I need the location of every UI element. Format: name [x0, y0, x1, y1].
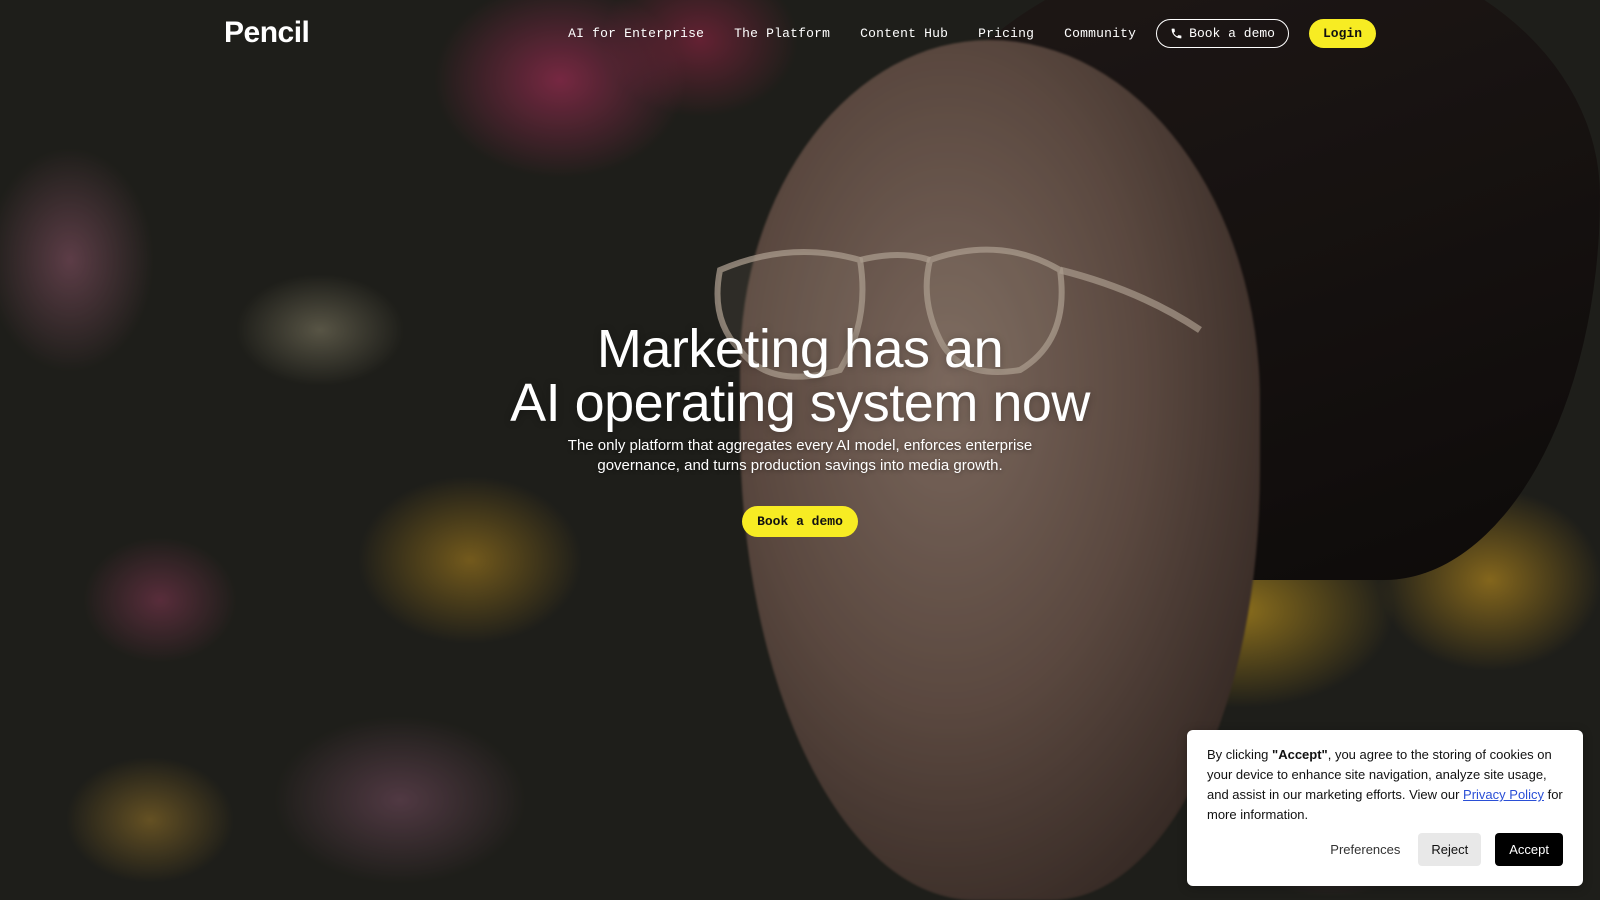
cookie-reject-button[interactable]: Reject	[1418, 833, 1482, 866]
cookie-text: By clicking "Accept", you agree to the s…	[1207, 745, 1563, 825]
hero-subtitle: The only platform that aggregates every …	[567, 437, 1033, 474]
cookie-preferences-button[interactable]: Preferences	[1326, 834, 1404, 865]
cookie-actions: Preferences Reject Accept	[1326, 833, 1563, 866]
nav-pricing[interactable]: Pricing	[978, 26, 1034, 41]
cookie-banner: By clicking "Accept", you agree to the s…	[1187, 730, 1583, 886]
nav-community[interactable]: Community	[1064, 26, 1136, 41]
hero-content: Marketing has an AI operating system now…	[0, 322, 1600, 537]
cookie-accept-button[interactable]: Accept	[1495, 833, 1563, 866]
book-demo-hero-button[interactable]: Book a demo	[742, 506, 858, 537]
nav-the-platform[interactable]: The Platform	[734, 26, 830, 41]
book-demo-header-label: Book a demo	[1189, 25, 1275, 41]
cookie-text-accept-word: "Accept"	[1272, 747, 1328, 762]
logo[interactable]: Pencil	[224, 16, 310, 50]
cookie-text-prefix: By clicking	[1207, 747, 1273, 762]
book-demo-header-button[interactable]: Book a demo	[1156, 18, 1289, 48]
hero-title-line2: AI operating system now	[510, 373, 1090, 433]
nav-content-hub[interactable]: Content Hub	[860, 26, 948, 41]
nav-ai-for-enterprise[interactable]: AI for Enterprise	[568, 26, 704, 41]
privacy-policy-link[interactable]: Privacy Policy	[1463, 787, 1544, 802]
phone-icon	[1171, 28, 1182, 38]
hero-title-line1: Marketing has an	[596, 319, 1004, 379]
site-header: Pencil AI for Enterprise The Platform Co…	[0, 0, 1600, 66]
login-button[interactable]: Login	[1308, 18, 1376, 48]
hero-title: Marketing has an AI operating system now	[0, 322, 1600, 430]
main-nav: AI for Enterprise The Platform Content H…	[568, 18, 1376, 48]
